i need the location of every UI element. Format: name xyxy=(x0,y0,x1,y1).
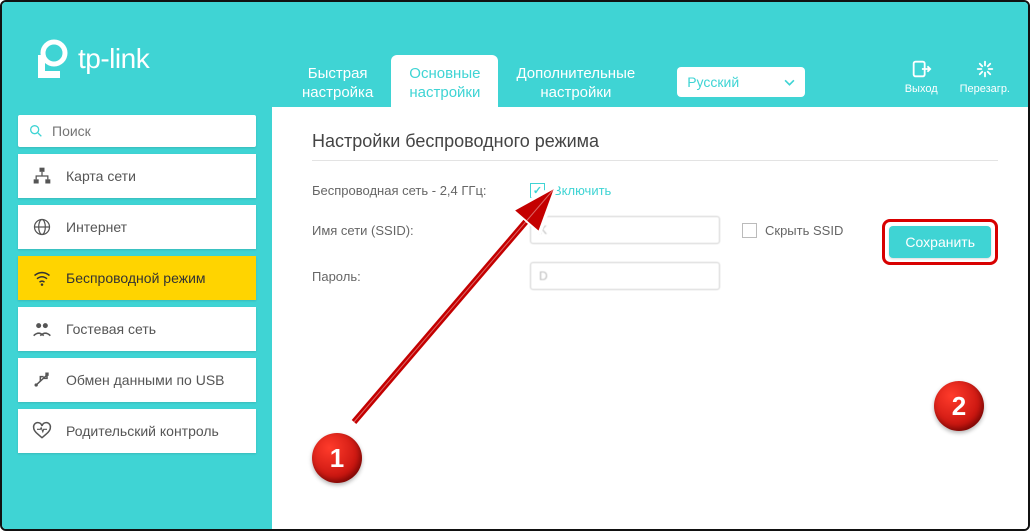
search-box[interactable] xyxy=(18,115,256,147)
sidebar-item-label: Беспроводной режим xyxy=(66,270,206,287)
guests-icon xyxy=(32,319,52,339)
usb-icon xyxy=(32,370,52,390)
language-select[interactable]: Русский xyxy=(677,67,805,97)
brand-logo: tp-link xyxy=(2,39,272,107)
password-input[interactable] xyxy=(530,262,720,290)
globe-icon xyxy=(32,217,52,237)
sidebar-item-network-map[interactable]: Карта сети xyxy=(18,154,256,198)
reboot-icon xyxy=(974,58,996,80)
logout-button[interactable]: Выход xyxy=(905,58,938,95)
sidebar-item-guest-network[interactable]: Гостевая сеть xyxy=(18,307,256,351)
reboot-button[interactable]: Перезагр. xyxy=(960,58,1010,95)
wifi-icon xyxy=(32,268,52,288)
sidebar-item-internet[interactable]: Интернет xyxy=(18,205,256,249)
main-panel: Настройки беспроводного режима Беспровод… xyxy=(272,107,1028,531)
chevron-down-icon xyxy=(784,77,795,88)
page-title: Настройки беспроводного режима xyxy=(312,131,998,152)
divider xyxy=(312,160,998,161)
search-input[interactable] xyxy=(52,115,246,147)
sidebar-item-wireless[interactable]: Беспроводной режим xyxy=(18,256,256,300)
sidebar-item-label: Обмен данными по USB xyxy=(66,372,225,389)
tab-advanced-settings[interactable]: Дополнительные настройки xyxy=(498,55,653,107)
save-button-highlight: Сохранить xyxy=(882,219,998,265)
annotation-badge-1: 1 xyxy=(312,433,362,483)
main-tabs: Быстрая настройка Основные настройки Доп… xyxy=(284,55,653,107)
wireless-24-label: Беспроводная сеть - 2,4 ГГц: xyxy=(312,183,530,198)
header-bar: tp-link Быстрая настройка Основные настр… xyxy=(2,2,1028,107)
brand-name: tp-link xyxy=(78,43,149,75)
ssid-label: Имя сети (SSID): xyxy=(312,223,530,238)
save-button[interactable]: Сохранить xyxy=(889,226,991,258)
ssid-input[interactable] xyxy=(530,216,720,244)
logout-icon xyxy=(910,58,932,80)
hide-ssid-label: Скрыть SSID xyxy=(765,223,843,238)
network-map-icon xyxy=(32,166,52,186)
tplink-logo-icon xyxy=(32,39,72,79)
sidebar-item-label: Гостевая сеть xyxy=(66,321,156,338)
annotation-badge-2: 2 xyxy=(934,381,984,431)
tab-basic-settings[interactable]: Основные настройки xyxy=(391,55,498,107)
sidebar: Карта сети Интернет Беспроводной режим Г… xyxy=(2,107,272,531)
enable-wireless-checkbox[interactable] xyxy=(530,183,545,198)
sidebar-item-parental-control[interactable]: Родительский контроль xyxy=(18,409,256,453)
enable-wireless-label: Включить xyxy=(553,183,611,198)
password-label: Пароль: xyxy=(312,269,530,284)
sidebar-item-label: Интернет xyxy=(66,219,127,236)
hide-ssid-checkbox[interactable] xyxy=(742,223,757,238)
sidebar-item-usb-sharing[interactable]: Обмен данными по USB xyxy=(18,358,256,402)
tab-quick-setup[interactable]: Быстрая настройка xyxy=(284,55,391,107)
sidebar-item-label: Карта сети xyxy=(66,168,136,185)
search-icon xyxy=(28,123,44,139)
sidebar-item-label: Родительский контроль xyxy=(66,423,219,440)
heart-icon xyxy=(32,421,52,441)
